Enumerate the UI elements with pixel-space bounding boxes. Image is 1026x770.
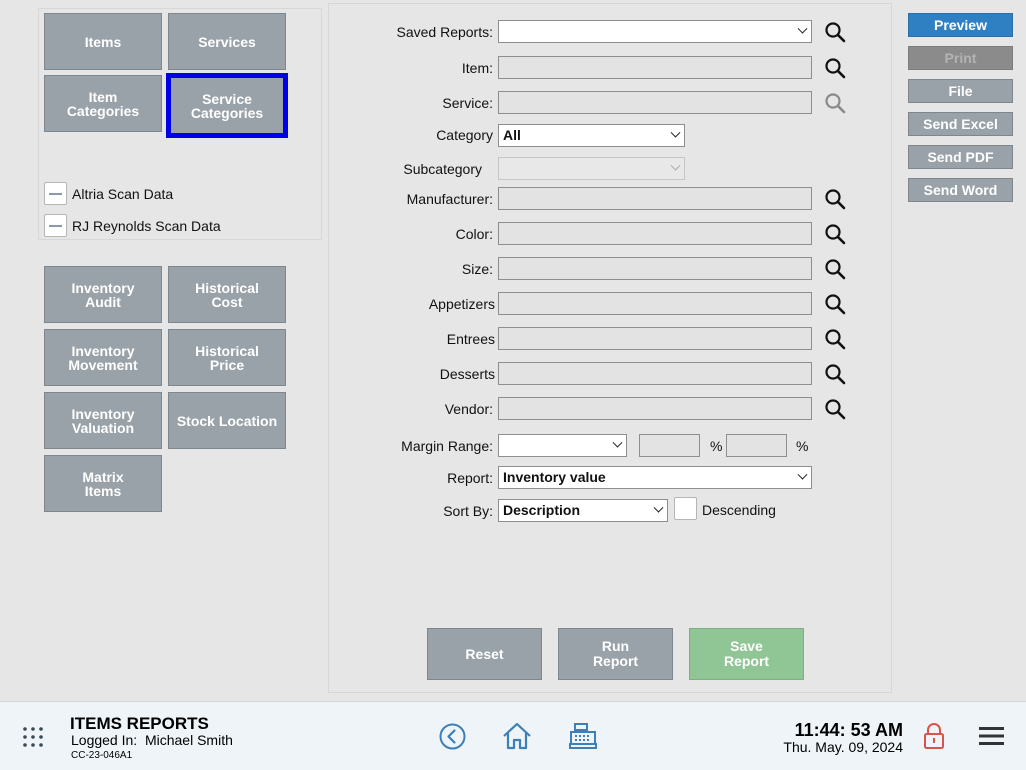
- file-button[interactable]: File: [908, 79, 1013, 103]
- subcategory-label: Subcategory: [403, 161, 482, 177]
- subcategory-select: [498, 157, 685, 180]
- rj-reynolds-scan-option[interactable]: RJ Reynolds Scan Data: [44, 214, 221, 237]
- vendor-field[interactable]: [498, 397, 812, 420]
- grid-dots-icon[interactable]: [22, 726, 44, 748]
- clock-time: 11:44: 53 AM: [794, 720, 903, 740]
- chevron-down-icon: [612, 437, 623, 448]
- chevron-down-icon: [670, 127, 681, 138]
- items-tile[interactable]: Items: [44, 13, 162, 70]
- size-label: Size:: [461, 261, 493, 277]
- print-button: Print: [908, 46, 1013, 70]
- report-select[interactable]: Inventory value: [498, 466, 812, 489]
- color-field[interactable]: [498, 222, 812, 245]
- device-code: CC-23-046A1: [71, 750, 133, 761]
- user-name: Michael Smith: [144, 732, 233, 748]
- altria-scan-label: Altria Scan Data: [72, 185, 174, 202]
- descending-label: Descending: [702, 502, 776, 518]
- sort-by-label: Sort By:: [443, 503, 493, 519]
- send-pdf-button[interactable]: Send PDF: [908, 145, 1013, 169]
- descending-checkbox[interactable]: [674, 497, 697, 520]
- rj-reynolds-scan-label: RJ Reynolds Scan Data: [72, 217, 221, 234]
- historical-cost-tile[interactable]: Historical Cost: [168, 266, 286, 323]
- save-report-button[interactable]: Save Report: [689, 628, 804, 680]
- hamburger-menu-icon[interactable]: [979, 726, 1004, 746]
- chevron-down-icon: [797, 469, 808, 480]
- stock-location-tile[interactable]: Stock Location: [168, 392, 286, 449]
- preview-button[interactable]: Preview: [908, 13, 1013, 37]
- chevron-down-icon: [670, 160, 681, 171]
- home-icon[interactable]: [502, 722, 532, 750]
- altria-scan-checkbox[interactable]: [44, 182, 67, 205]
- sort-by-select[interactable]: Description: [498, 499, 668, 522]
- lock-icon[interactable]: [923, 722, 945, 750]
- margin-max-percent: %: [796, 438, 809, 454]
- cash-register-icon[interactable]: [569, 722, 597, 750]
- inventory-valuation-tile[interactable]: Inventory Valuation: [44, 392, 162, 449]
- category-label: Category: [436, 127, 493, 143]
- desserts-label: Desserts: [439, 366, 495, 382]
- historical-price-tile[interactable]: Historical Price: [168, 329, 286, 386]
- search-icon[interactable]: [823, 56, 847, 80]
- search-icon[interactable]: [823, 20, 847, 44]
- chevron-down-icon: [797, 23, 808, 34]
- vendor-label: Vendor:: [444, 401, 493, 417]
- inventory-audit-tile[interactable]: Inventory Audit: [44, 266, 162, 323]
- category-select[interactable]: All: [498, 124, 685, 147]
- saved-reports-select[interactable]: [498, 20, 812, 43]
- reset-button[interactable]: Reset: [427, 628, 542, 680]
- services-tile[interactable]: Services: [168, 13, 286, 70]
- logged-in-label: Logged In:: [71, 732, 138, 748]
- search-icon[interactable]: [823, 257, 847, 281]
- search-icon[interactable]: [823, 292, 847, 316]
- color-label: Color:: [455, 226, 493, 242]
- matrix-items-tile[interactable]: Matrix Items: [44, 455, 162, 512]
- rj-reynolds-scan-checkbox[interactable]: [44, 214, 67, 237]
- inventory-movement-tile[interactable]: Inventory Movement: [44, 329, 162, 386]
- entrees-field[interactable]: [498, 327, 812, 350]
- margin-range-select[interactable]: [498, 434, 627, 457]
- margin-range-label: Margin Range:: [401, 438, 493, 454]
- margin-min-percent: %: [710, 438, 723, 454]
- send-excel-button[interactable]: Send Excel: [908, 112, 1013, 136]
- search-icon: [825, 93, 846, 114]
- desserts-field[interactable]: [498, 362, 812, 385]
- margin-max-field[interactable]: [726, 434, 787, 457]
- clock-date: Thu. May. 09, 2024: [783, 739, 903, 755]
- search-icon[interactable]: [823, 187, 847, 211]
- margin-min-field[interactable]: [639, 434, 700, 457]
- manufacturer-label: Manufacturer:: [406, 191, 493, 207]
- page-title: ITEMS REPORTS: [70, 714, 209, 733]
- chevron-down-icon: [653, 502, 664, 513]
- search-icon[interactable]: [823, 222, 847, 246]
- back-arrow-icon[interactable]: [439, 723, 466, 750]
- search-icon[interactable]: [823, 362, 847, 386]
- search-icon[interactable]: [823, 327, 847, 351]
- appetizers-label: Appetizers: [428, 296, 495, 312]
- search-icon[interactable]: [823, 397, 847, 421]
- item-label: Item:: [461, 60, 493, 76]
- item-field[interactable]: [498, 56, 812, 79]
- appetizers-field[interactable]: [498, 292, 812, 315]
- footer-bar: ITEMS REPORTS Logged In: Michael Smith C…: [0, 701, 1026, 770]
- run-report-button[interactable]: Run Report: [558, 628, 673, 680]
- logged-in-status: Logged In: Michael Smith: [71, 732, 233, 748]
- send-word-button[interactable]: Send Word: [908, 178, 1013, 202]
- service-field[interactable]: [498, 91, 812, 114]
- service-categories-tile[interactable]: Service Categories: [166, 73, 288, 138]
- size-field[interactable]: [498, 257, 812, 280]
- manufacturer-field[interactable]: [498, 187, 812, 210]
- saved-reports-label: Saved Reports:: [396, 24, 494, 40]
- report-label: Report:: [447, 470, 493, 486]
- item-categories-tile[interactable]: Item Categories: [44, 75, 162, 132]
- entrees-label: Entrees: [446, 331, 495, 347]
- altria-scan-option[interactable]: Altria Scan Data: [44, 182, 173, 205]
- service-label: Service:: [442, 95, 493, 111]
